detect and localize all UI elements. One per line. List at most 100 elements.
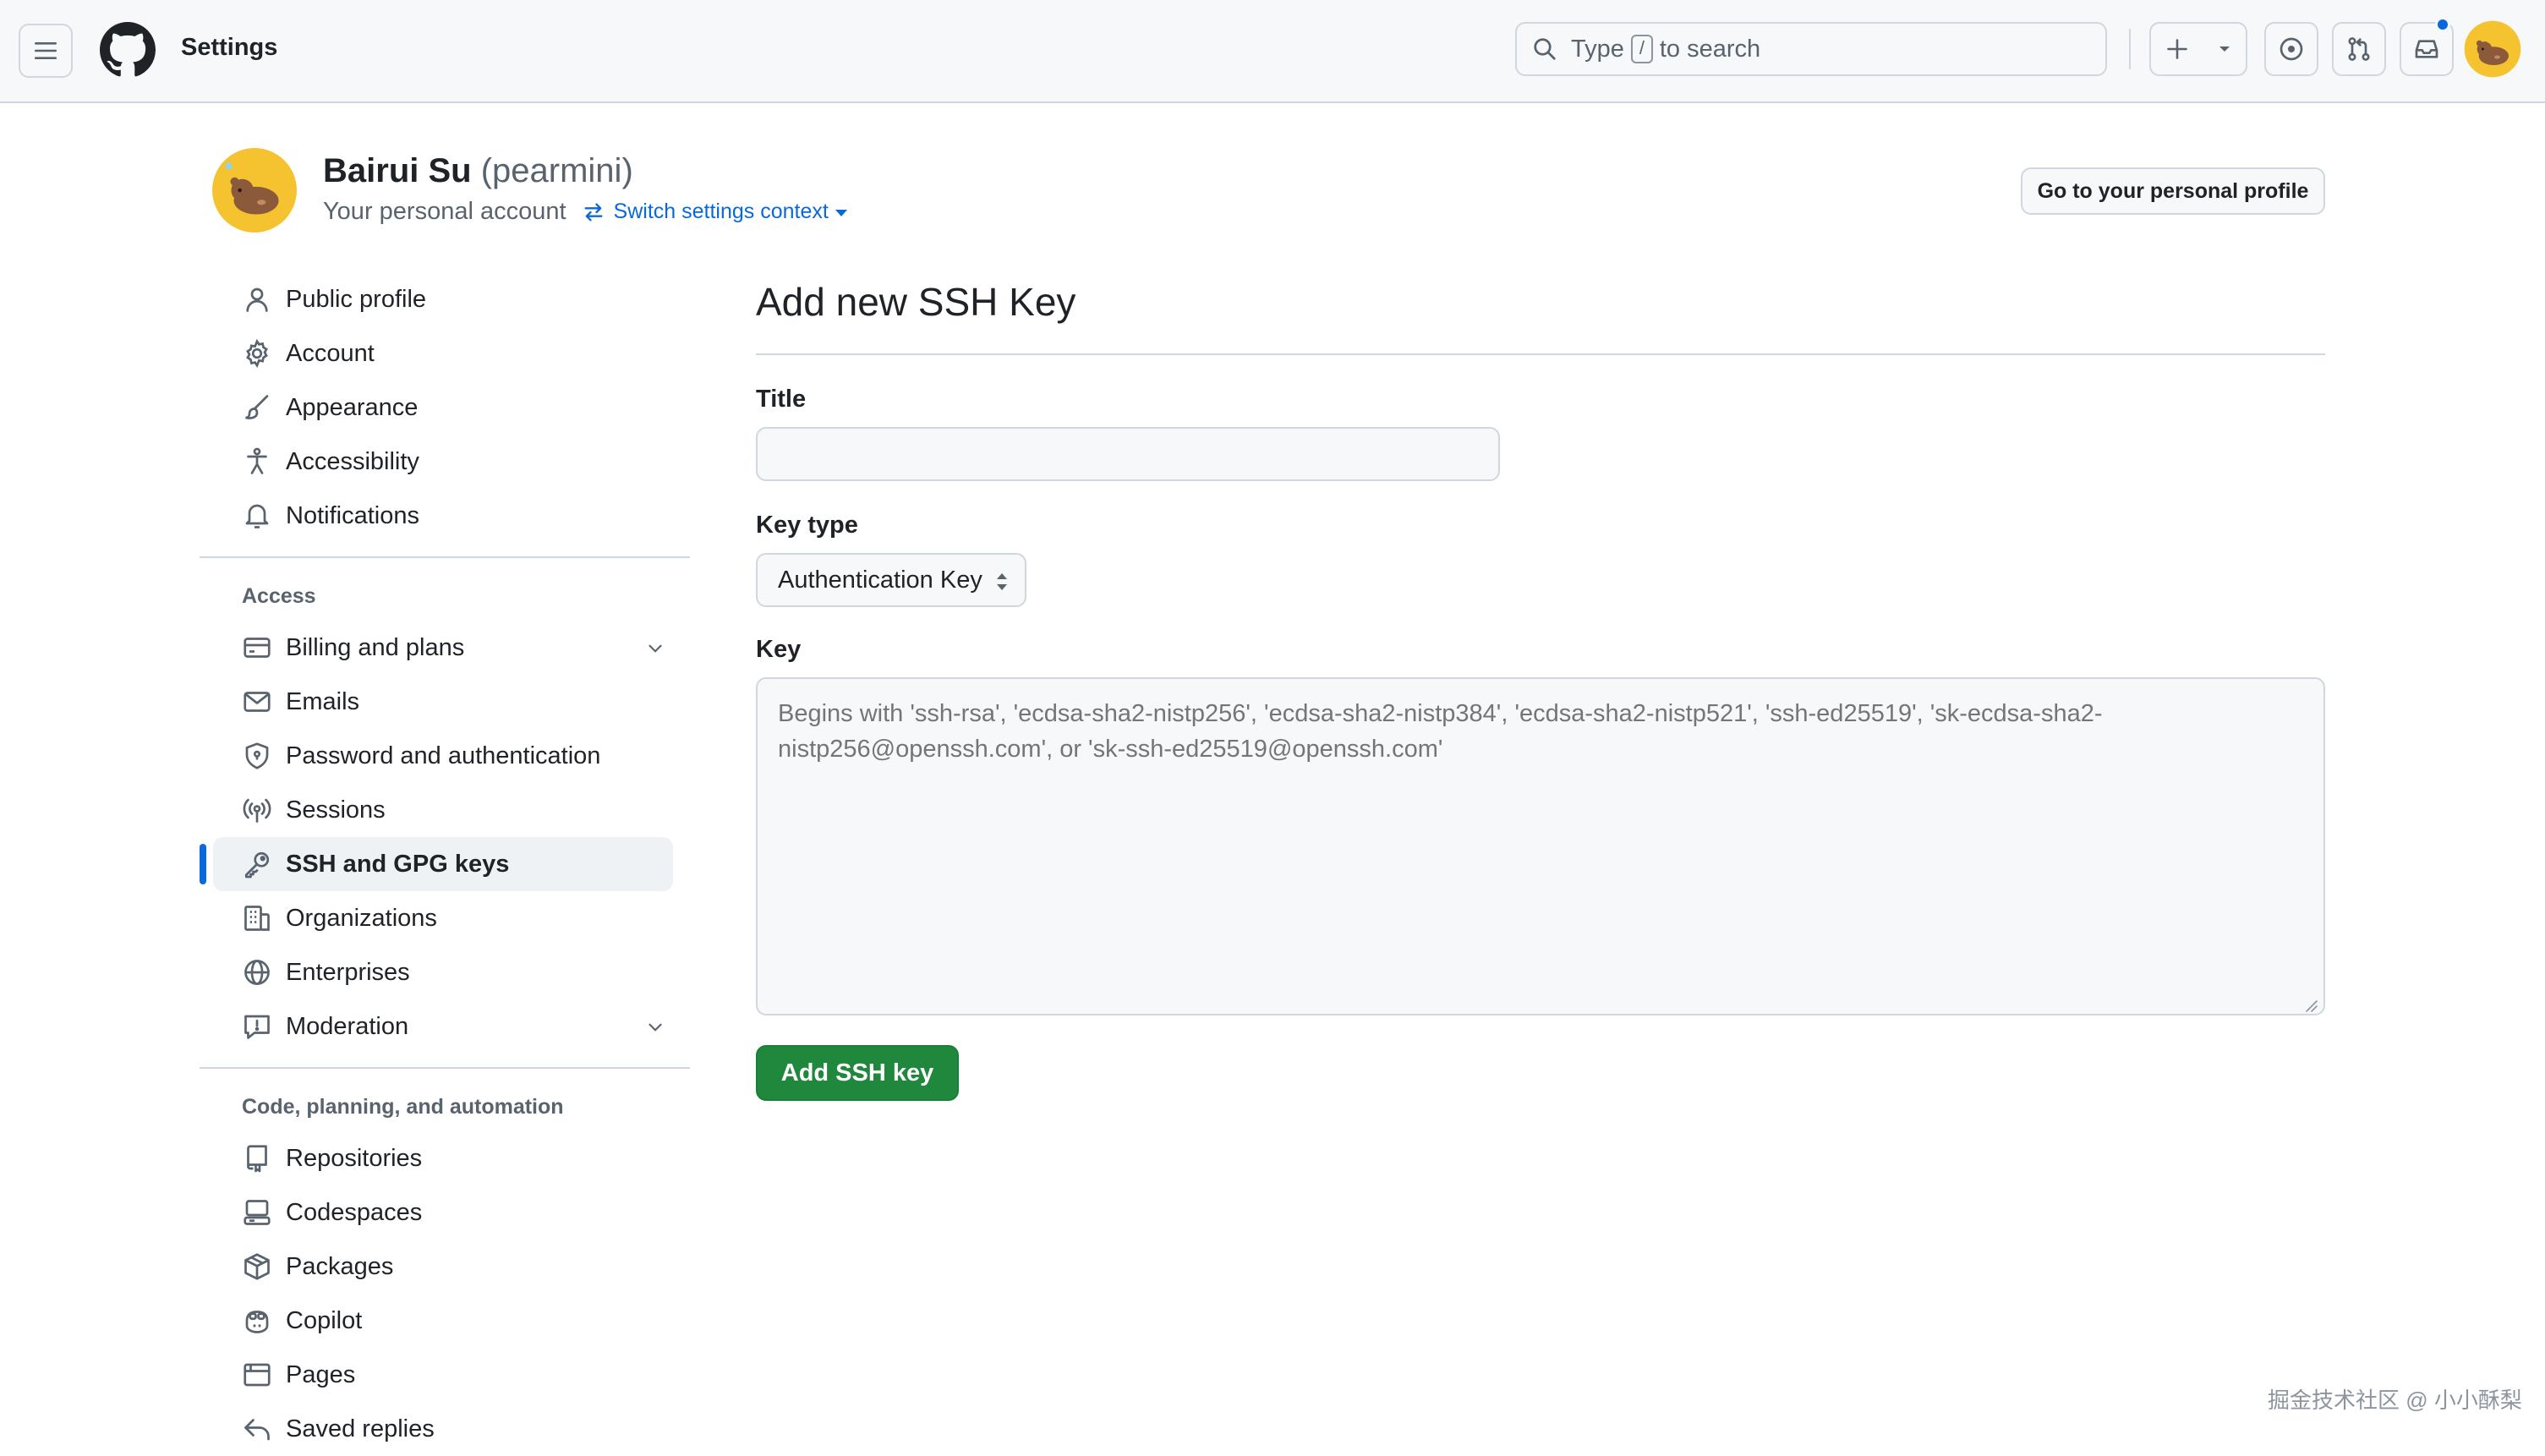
key-textarea[interactable] [756, 677, 2325, 1015]
github-logo-icon[interactable] [100, 22, 156, 78]
sidebar-item-label: Billing and plans [286, 633, 465, 661]
sidebar-item-packages[interactable]: Packages [213, 1240, 673, 1294]
switch-context-label: Switch settings context [613, 200, 829, 223]
go-to-profile-button[interactable]: Go to your personal profile [2021, 167, 2325, 215]
sidebar-item-label: Moderation [286, 1012, 409, 1040]
title-input[interactable] [756, 427, 1500, 481]
key-type-value: Authentication Key [778, 566, 982, 594]
sidebar-item-label: Saved replies [286, 1415, 435, 1442]
sidebar-item-pages[interactable]: Pages [213, 1348, 673, 1402]
sidebar-item-label: Appearance [286, 393, 419, 421]
sidebar-item-label: Notifications [286, 501, 419, 529]
credit-card-icon [244, 638, 271, 658]
paintbrush-icon [245, 395, 269, 419]
plus-icon [2167, 39, 2187, 59]
sidebar-item-enterprises[interactable]: Enterprises [213, 945, 673, 999]
reply-icon [244, 1419, 270, 1441]
shield-lock-icon [245, 742, 269, 769]
report-icon [244, 1015, 270, 1039]
sidebar-divider [200, 1067, 690, 1069]
triangle-down-icon [2219, 47, 2230, 52]
copilot-icon [245, 1311, 269, 1333]
sidebar-item-label: Accessibility [286, 447, 419, 475]
search-input[interactable]: Type / to search [1515, 22, 2107, 76]
organization-icon [244, 906, 270, 931]
key-type-label: Key type [756, 512, 858, 539]
sidebar-item-label: Packages [286, 1252, 394, 1280]
resize-handle-icon[interactable] [2301, 996, 2318, 1013]
sidebar-item-notifications[interactable]: Notifications [213, 489, 673, 543]
notification-indicator [2435, 17, 2450, 32]
package-icon [244, 1253, 270, 1280]
broadcast-icon [243, 798, 271, 823]
title-field-label: Title [756, 386, 807, 413]
issues-button[interactable] [2264, 22, 2318, 76]
sidebar-item-public-profile[interactable]: Public profile [213, 272, 673, 326]
key-field-label: Key [756, 636, 802, 663]
sidebar-item-ssh-gpg-keys[interactable]: SSH and GPG keys [200, 837, 673, 891]
globe-icon [244, 960, 270, 985]
sidebar-item-billing[interactable]: Billing and plans [213, 621, 673, 675]
sidebar-item-appearance[interactable]: Appearance [213, 380, 673, 435]
sidebar-divider [200, 556, 690, 558]
profile-subtitle: Your personal account Switch settings co… [323, 198, 847, 226]
git-pull-request-icon [2348, 37, 2370, 61]
sidebar-item-repositories[interactable]: Repositories [213, 1131, 673, 1185]
switch-context-link[interactable]: Switch settings context [577, 200, 847, 224]
header-title[interactable]: Settings [181, 34, 277, 62]
watermark: 掘金技术社区 @ 小小酥梨 [2268, 1388, 2522, 1413]
select-arrows-icon [997, 573, 1007, 590]
arrow-switch-icon [584, 203, 603, 221]
sidebar-item-label: Account [286, 339, 375, 367]
sidebar-item-label: Sessions [286, 796, 386, 824]
sidebar-item-accessibility[interactable]: Accessibility [213, 435, 673, 489]
key-textarea-wrapper [756, 677, 2325, 1045]
search-icon [1534, 38, 1556, 60]
sidebar-item-password[interactable]: Password and authentication [213, 729, 673, 783]
search-shortcut-key: / [1630, 35, 1653, 63]
gear-icon [246, 338, 268, 369]
sidebar-item-label: Enterprises [286, 958, 410, 986]
user-avatar-icon[interactable] [2464, 20, 2521, 78]
search-placeholder: Type / to search [1571, 35, 1760, 63]
active-indicator [200, 844, 206, 884]
search-prefix: Type [1571, 35, 1624, 63]
sidebar-item-organizations[interactable]: Organizations [213, 891, 673, 945]
sidebar-item-label: Copilot [286, 1306, 363, 1334]
header-divider [2129, 29, 2131, 69]
sidebar-item-sessions[interactable]: Sessions [213, 783, 673, 837]
mail-icon [244, 692, 271, 712]
create-new-button[interactable] [2149, 22, 2247, 76]
issue-opened-icon [2280, 37, 2303, 61]
sidebar-heading-code: Code, planning, and automation [242, 1094, 564, 1119]
settings-sidebar: Public profile Account Appearance Access… [200, 272, 690, 1456]
sidebar-heading-access: Access [242, 583, 316, 608]
chevron-down-icon[interactable] [644, 1016, 666, 1038]
caret-down-icon [835, 209, 847, 216]
repo-icon [247, 1145, 267, 1173]
account-type-label: Your personal account [323, 198, 566, 225]
hamburger-icon [35, 42, 57, 59]
sidebar-item-codespaces[interactable]: Codespaces [213, 1185, 673, 1240]
person-icon [246, 287, 268, 312]
pull-requests-button[interactable] [2332, 22, 2386, 76]
browser-icon [244, 1363, 271, 1387]
display-name: Bairui Su [323, 152, 472, 189]
profile-name[interactable]: Bairui Su (pearmini) [323, 152, 633, 190]
add-ssh-key-button[interactable]: Add SSH key [756, 1045, 959, 1101]
sidebar-item-label: Public profile [286, 285, 427, 313]
sidebar-item-account[interactable]: Account [213, 326, 673, 380]
sidebar-item-emails[interactable]: Emails [213, 675, 673, 729]
chevron-down-icon[interactable] [644, 638, 666, 660]
codespaces-icon [244, 1200, 271, 1225]
sidebar-item-saved-replies[interactable]: Saved replies [213, 1402, 673, 1456]
sidebar-item-label: Password and authentication [286, 742, 601, 769]
sidebar-item-moderation[interactable]: Moderation [213, 999, 673, 1054]
profile-avatar-icon[interactable] [211, 147, 298, 233]
sidebar-item-label: Repositories [286, 1144, 423, 1172]
bell-icon [245, 504, 269, 528]
key-type-select[interactable]: Authentication Key [756, 553, 1026, 607]
menu-button[interactable] [19, 24, 73, 78]
sidebar-item-copilot[interactable]: Copilot [213, 1294, 673, 1348]
sidebar-item-label: Pages [286, 1360, 356, 1388]
